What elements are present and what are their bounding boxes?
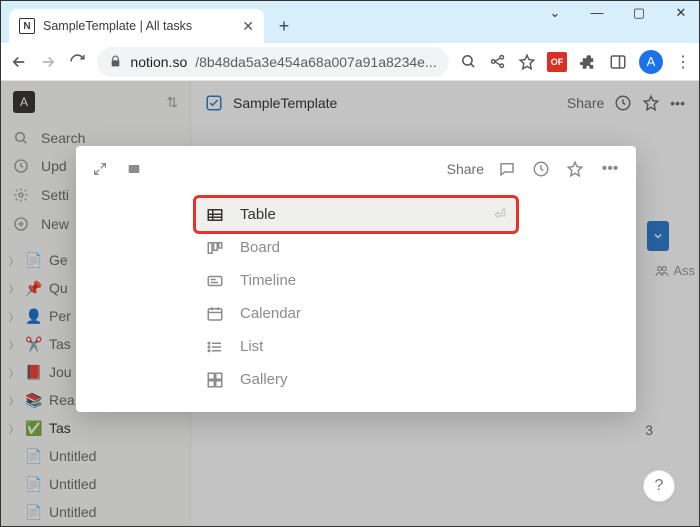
help-button[interactable]: ?: [643, 470, 675, 502]
extension-badge[interactable]: OF: [547, 52, 567, 72]
forward-button[interactable]: [38, 51, 57, 73]
lock-icon: [109, 55, 122, 68]
address-bar[interactable]: notion.so/8b48da5a3e454a68a007a91a8234e.…: [97, 47, 448, 77]
more-menu-icon[interactable]: •••: [600, 160, 620, 178]
new-tab-button[interactable]: +: [270, 12, 298, 40]
reload-button[interactable]: [68, 51, 87, 73]
gallery-view-icon: [206, 371, 226, 389]
expand-icon[interactable]: [92, 161, 112, 177]
view-option-timeline[interactable]: Timeline: [196, 264, 516, 297]
view-picker-popover: Share ••• Table ⏎ Board Timeline Calendar Lis…: [76, 146, 636, 412]
browser-toolbar: notion.so/8b48da5a3e454a68a007a91a8234e.…: [1, 43, 699, 81]
enter-key-icon: ⏎: [494, 206, 506, 223]
extensions-icon[interactable]: [579, 53, 597, 71]
comments-icon[interactable]: [498, 160, 518, 178]
window-maximize-icon[interactable]: ▢: [627, 5, 651, 21]
browser-menu-icon[interactable]: ⋮: [675, 52, 691, 72]
view-option-label: List: [240, 338, 263, 355]
view-option-label: Table: [240, 206, 276, 223]
url-path: /8b48da5a3e454a68a007a91a8234e...: [195, 54, 436, 70]
list-view-icon: [206, 338, 226, 356]
favorite-star-icon[interactable]: [566, 160, 586, 178]
browser-titlebar: N SampleTemplate | All tasks ✕ + ⌄ — ▢ ✕: [1, 1, 699, 43]
window-minimize-icon[interactable]: —: [585, 5, 609, 21]
updates-icon[interactable]: [532, 160, 552, 178]
view-option-label: Calendar: [240, 305, 301, 322]
view-option-label: Gallery: [240, 371, 288, 388]
view-option-label: Board: [240, 239, 280, 256]
view-type-list: Table ⏎ Board Timeline Calendar List Gallery: [196, 198, 516, 396]
view-option-board[interactable]: Board: [196, 231, 516, 264]
share-icon[interactable]: [488, 51, 507, 73]
url-host: notion.so: [130, 54, 187, 70]
board-view-icon: [206, 239, 226, 257]
tab-close-icon[interactable]: ✕: [242, 18, 254, 35]
view-option-gallery[interactable]: Gallery: [196, 363, 516, 396]
side-panel-icon[interactable]: [609, 53, 627, 71]
calendar-view-icon: [206, 305, 226, 323]
view-option-label: Timeline: [240, 272, 296, 289]
peek-mode-icon[interactable]: [126, 161, 146, 177]
browser-tab[interactable]: N SampleTemplate | All tasks ✕: [9, 9, 264, 43]
window-dropdown-icon[interactable]: ⌄: [543, 5, 567, 21]
timeline-view-icon: [206, 272, 226, 290]
view-option-list[interactable]: List: [196, 330, 516, 363]
window-controls: ⌄ — ▢ ✕: [543, 5, 693, 21]
view-option-calendar[interactable]: Calendar: [196, 297, 516, 330]
window-close-icon[interactable]: ✕: [669, 5, 693, 21]
popover-share-button[interactable]: Share: [447, 161, 484, 177]
view-option-table[interactable]: Table ⏎: [196, 198, 516, 231]
notion-favicon: N: [19, 18, 35, 34]
tab-title: SampleTemplate | All tasks: [43, 19, 234, 33]
bookmark-star-icon[interactable]: [518, 51, 537, 73]
search-icon[interactable]: [459, 51, 478, 73]
extension-icons: OF A ⋮: [547, 50, 691, 74]
popover-topbar: Share •••: [76, 146, 636, 192]
table-view-icon: [206, 206, 226, 224]
back-button[interactable]: [9, 51, 28, 73]
profile-avatar[interactable]: A: [639, 50, 663, 74]
